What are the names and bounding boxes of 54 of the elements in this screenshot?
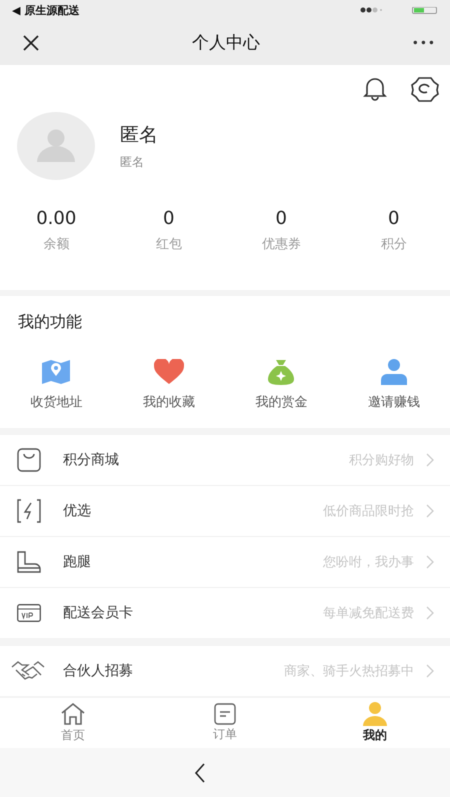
signal-icon bbox=[360, 7, 382, 13]
section-title: 我的功能 bbox=[17, 311, 83, 333]
stat-value[interactable]: 0 bbox=[163, 208, 174, 229]
back-icon[interactable] bbox=[194, 762, 206, 782]
chevron-right-icon bbox=[426, 555, 434, 569]
more-button[interactable]: ••• bbox=[412, 36, 436, 50]
menu-hint: 您吩咐，我办事 bbox=[323, 554, 414, 571]
chevron-right-icon bbox=[426, 504, 434, 518]
menu-hint: 积分购好物 bbox=[349, 452, 414, 469]
menu-label: 优选 bbox=[63, 502, 91, 520]
function-label[interactable]: 邀请赚钱 bbox=[368, 393, 420, 411]
menu-hint: 低价商品限时抢 bbox=[323, 503, 414, 520]
menu-row[interactable]: 优选 低价商品限时抢 bbox=[0, 486, 450, 537]
tab[interactable]: 我的 bbox=[300, 698, 450, 748]
tab[interactable]: 首页 bbox=[0, 698, 148, 748]
function-label[interactable]: 我的收藏 bbox=[142, 393, 195, 411]
function-label[interactable]: 收货地址 bbox=[30, 393, 82, 411]
menu-label: 合伙人招募 bbox=[63, 662, 133, 680]
user-subtitle: 匿名 bbox=[120, 154, 145, 170]
stat-value[interactable]: 0.00 bbox=[36, 208, 76, 229]
heart-icon[interactable] bbox=[154, 359, 184, 385]
boot-icon bbox=[17, 551, 41, 573]
menu-row[interactable]: 配送会员卡 每单减免配送费 bbox=[0, 588, 450, 638]
menu-label: 配送会员卡 bbox=[63, 604, 133, 622]
stat-value[interactable]: 0 bbox=[276, 208, 287, 229]
function-label[interactable]: 我的赏金 bbox=[255, 393, 308, 411]
chevron-right-icon bbox=[426, 664, 434, 678]
menu-row[interactable]: 合伙人招募 商家、骑手火热招募中 bbox=[0, 646, 450, 696]
bell-icon[interactable] bbox=[362, 75, 388, 101]
tab[interactable]: 订单 bbox=[150, 698, 300, 748]
person-icon bbox=[362, 702, 388, 726]
lightning-icon bbox=[17, 499, 41, 523]
person-icon[interactable] bbox=[380, 359, 408, 385]
menu-label: 跑腿 bbox=[63, 553, 91, 571]
back-app-label[interactable]: ◀ 原生源配送 bbox=[12, 2, 80, 18]
menu-hint: 商家、骑手火热招募中 bbox=[284, 663, 414, 680]
home-icon bbox=[60, 702, 86, 726]
menu-hint: 每单减免配送费 bbox=[323, 605, 414, 622]
bag-icon bbox=[17, 448, 41, 472]
chevron-right-icon bbox=[426, 606, 434, 620]
menu-row[interactable]: 跑腿 您吩咐，我办事 bbox=[0, 537, 450, 588]
money-bag-icon[interactable] bbox=[267, 359, 296, 385]
battery-icon bbox=[412, 6, 438, 14]
stat-value[interactable]: 0 bbox=[388, 208, 400, 229]
menu-label: 积分商城 bbox=[63, 451, 119, 469]
page-title: 个人中心 bbox=[192, 32, 260, 54]
settings-icon[interactable] bbox=[410, 75, 440, 103]
menu-row[interactable]: 积分商城 积分购好物 bbox=[0, 435, 450, 486]
order-icon bbox=[214, 703, 236, 725]
vip-card-icon bbox=[17, 604, 41, 622]
chevron-right-icon bbox=[426, 453, 434, 467]
map-pin-icon[interactable] bbox=[41, 359, 72, 385]
close-icon[interactable] bbox=[22, 34, 40, 52]
user-name: 匿名 bbox=[120, 122, 158, 148]
